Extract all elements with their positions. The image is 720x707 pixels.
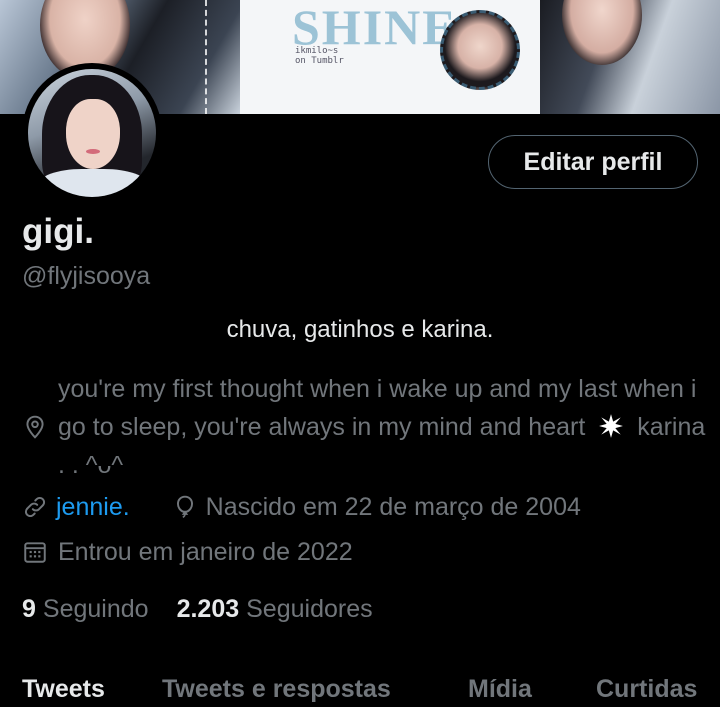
joined-text: Entrou em janeiro de 2022 xyxy=(58,537,353,566)
following-label: Seguindo xyxy=(42,594,149,623)
birthday-text: Nascido em 22 de março de 2004 xyxy=(205,492,581,521)
display-name: gigi. xyxy=(22,212,94,251)
banner-subtext: ikmilo~s on Tumblr xyxy=(295,46,344,66)
banner-photo-right xyxy=(540,0,720,114)
tab-tweets-and-replies[interactable]: Tweets e respostas xyxy=(162,675,391,704)
website-birthday-row: jennie. Nascido em 22 de março de 2004 xyxy=(22,489,581,525)
avatar[interactable] xyxy=(22,63,162,203)
following-link[interactable]: 9 Seguindo xyxy=(22,595,149,624)
user-handle: @flyjisooya xyxy=(22,262,151,290)
avatar-photo xyxy=(28,69,156,197)
banner-title-word: SHINE xyxy=(292,0,458,55)
followers-count: 2.203 xyxy=(176,594,240,623)
followers-link[interactable]: 2.203 Seguidores xyxy=(177,595,373,624)
calendar-icon xyxy=(24,542,46,563)
followers-label: Seguidores xyxy=(246,594,373,623)
burst-emoji-icon xyxy=(599,414,624,438)
bio-text: chuva, gatinhos e karina. xyxy=(226,316,494,343)
joined-row: Entrou em janeiro de 2022 xyxy=(22,534,353,570)
link-icon xyxy=(24,496,46,518)
location-text: you're my first thought when i wake up a… xyxy=(58,370,708,484)
edit-profile-button[interactable]: Editar perfil xyxy=(488,135,698,189)
follow-stats: 9 Seguindo 2.203 Seguidores xyxy=(22,591,373,627)
tab-tweets[interactable]: Tweets xyxy=(22,675,105,704)
banner-dashed-line xyxy=(205,0,208,114)
banner-circle-photo xyxy=(440,10,520,90)
profile-tabs: Tweets Tweets e respostas Mídia Curtidas xyxy=(0,667,720,707)
tab-likes[interactable]: Curtidas xyxy=(596,675,697,704)
tab-media[interactable]: Mídia xyxy=(468,675,532,704)
banner-center-graphic: SHINE ikmilo~s on Tumblr xyxy=(240,0,540,114)
website-link[interactable]: jennie. xyxy=(56,493,130,522)
balloon-icon xyxy=(176,495,193,519)
location-pin-icon xyxy=(26,415,44,439)
following-count: 9 xyxy=(22,594,36,623)
